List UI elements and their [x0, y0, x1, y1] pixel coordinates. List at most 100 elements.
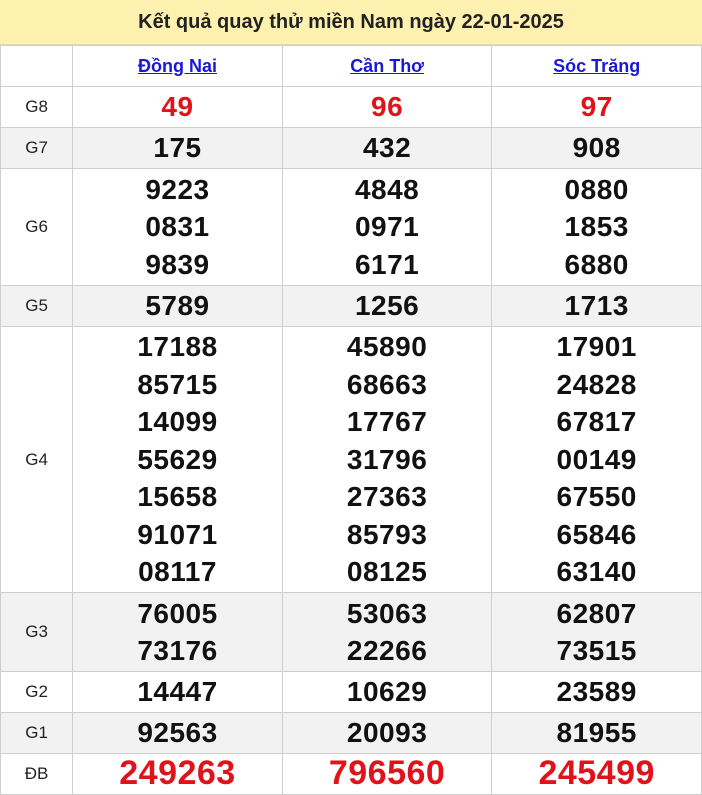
- prize-number: 96: [371, 91, 404, 123]
- corner-cell: [0, 45, 74, 87]
- prize-number: 15658: [137, 481, 218, 513]
- prize-label: G3: [0, 592, 74, 672]
- prize-cell: 17188 85715 14099 55629 15658 91071 08117: [72, 326, 283, 593]
- province-header-2: Cần Thơ: [281, 45, 493, 87]
- prize-cell: 10629: [281, 671, 493, 713]
- prize-number: 9839: [145, 248, 210, 280]
- prize-number: 92563: [137, 717, 218, 749]
- prize-number: 63140: [556, 556, 637, 588]
- prize-row: G8 49 96 97: [0, 86, 702, 128]
- province-link-can-tho[interactable]: Cần Thơ: [350, 56, 424, 76]
- prize-cell: 49: [72, 86, 283, 128]
- prize-cell: 4848 0971 6171: [281, 168, 493, 286]
- prize-cell: 1256: [281, 285, 493, 327]
- prize-cell: 245499: [491, 753, 702, 795]
- prize-number: 0971: [354, 211, 420, 243]
- prize-number: 9223: [145, 173, 210, 205]
- prize-cell: 0880 1853 6880: [491, 168, 702, 286]
- prize-row: G4 17188 85715 14099 55629 15658 91071 08117 458…: [0, 326, 702, 593]
- prize-cell: 81955: [491, 712, 702, 754]
- prize-number: 1713: [564, 290, 629, 322]
- prize-cell: 96: [281, 86, 493, 128]
- prize-label: G4: [0, 326, 74, 593]
- prize-number: 5789: [145, 290, 210, 322]
- prize-number: 91071: [137, 518, 218, 550]
- prize-label: G7: [0, 127, 74, 169]
- prize-number: 31796: [346, 443, 428, 475]
- prize-number: 1853: [564, 211, 629, 243]
- prize-cell: 9223 0831 9839: [72, 168, 283, 286]
- prize-number: 245499: [538, 754, 655, 793]
- prize-number: 20093: [346, 717, 428, 749]
- results-table: Đồng Nai Cần Thơ Sóc Trăng G8 49 96 97 G7 175…: [0, 45, 702, 795]
- prize-number: 17767: [346, 406, 428, 438]
- results-panel: Kết quả quay thử miền Nam ngày 22-01-202…: [0, 0, 702, 795]
- prize-row: G2 14447 10629 23589: [0, 671, 702, 713]
- prize-cell: 97: [491, 86, 702, 128]
- prize-cell: 76005 73176: [72, 592, 283, 672]
- province-header-row: Đồng Nai Cần Thơ Sóc Trăng: [0, 45, 702, 87]
- prize-number: 08117: [138, 556, 217, 588]
- province-header-3: Sóc Trăng: [491, 45, 702, 87]
- prize-number: 76005: [137, 597, 218, 629]
- prize-number: 49: [161, 91, 194, 123]
- province-header-1: Đồng Nai: [72, 45, 283, 87]
- prize-number: 68663: [346, 368, 428, 400]
- prize-number: 23589: [556, 676, 637, 708]
- prize-number: 0880: [564, 173, 629, 205]
- prize-cell: 17901 24828 67817 00149 67550 65846 63140: [491, 326, 702, 593]
- prize-row: G1 92563 20093 81955: [0, 712, 702, 754]
- prize-row: G3 76005 73176 53063 22266 62807 73515: [0, 592, 702, 672]
- prize-number: 0831: [145, 211, 210, 243]
- prize-number: 14099: [137, 406, 218, 438]
- prize-cell: 92563: [72, 712, 283, 754]
- prize-number: 08125: [346, 556, 428, 588]
- prize-cell: 62807 73515: [491, 592, 702, 672]
- prize-number: 24828: [556, 368, 637, 400]
- prize-cell: 53063 22266: [281, 592, 493, 672]
- prize-label: G2: [0, 671, 74, 713]
- prize-number: 55629: [137, 443, 218, 475]
- prize-number: 27363: [346, 481, 428, 513]
- prize-number: 796560: [328, 754, 446, 793]
- prize-number: 1256: [354, 290, 420, 322]
- prize-number: 4848: [354, 173, 420, 205]
- prize-number: 85715: [137, 368, 218, 400]
- prize-number: 97: [580, 91, 613, 123]
- prize-row: G6 9223 0831 9839 4848 0971 6171 0880 1853 6880: [0, 168, 702, 286]
- prize-number: 6880: [564, 248, 629, 280]
- prize-number: 67550: [556, 481, 637, 513]
- prize-label: G8: [0, 86, 74, 128]
- prize-cell: 908: [491, 127, 702, 169]
- prize-cell: 14447: [72, 671, 283, 713]
- prize-number: 432: [362, 132, 412, 164]
- prize-label: G6: [0, 168, 74, 286]
- prize-number: 73176: [137, 635, 218, 666]
- prize-cell: 5789: [72, 285, 283, 327]
- prize-cell: 1713: [491, 285, 702, 327]
- prize-cell: 175: [72, 127, 283, 169]
- prize-number: 22266: [346, 635, 428, 666]
- prize-cell: 432: [281, 127, 493, 169]
- prize-number: 85793: [346, 518, 428, 550]
- results-body: G8 49 96 97 G7 175 432 908 G6 9223 0831 9839 4848 097…: [0, 86, 702, 795]
- prize-cell: 45890 68663 17767 31796 27363 85793 08125: [281, 326, 493, 593]
- prize-number: 17188: [137, 331, 218, 363]
- prize-label: G1: [0, 712, 74, 754]
- prize-number: 10629: [346, 676, 428, 708]
- prize-number: 175: [153, 132, 202, 164]
- prize-number: 73515: [556, 635, 637, 666]
- prize-number: 65846: [556, 518, 637, 550]
- prize-number: 14447: [137, 676, 218, 708]
- province-link-soc-trang[interactable]: Sóc Trăng: [553, 56, 640, 76]
- prize-cell: 796560: [281, 753, 493, 795]
- prize-row: G7 175 432 908: [0, 127, 702, 169]
- prize-row: ĐB 249263 796560 245499: [0, 753, 702, 795]
- prize-number: 67817: [556, 406, 637, 438]
- prize-cell: 23589: [491, 671, 702, 713]
- province-link-dong-nai[interactable]: Đồng Nai: [138, 56, 217, 76]
- page-title: Kết quả quay thử miền Nam ngày 22-01-202…: [0, 0, 702, 45]
- prize-number: 53063: [346, 597, 428, 629]
- prize-number: 908: [572, 132, 621, 164]
- prize-number: 81955: [556, 717, 637, 749]
